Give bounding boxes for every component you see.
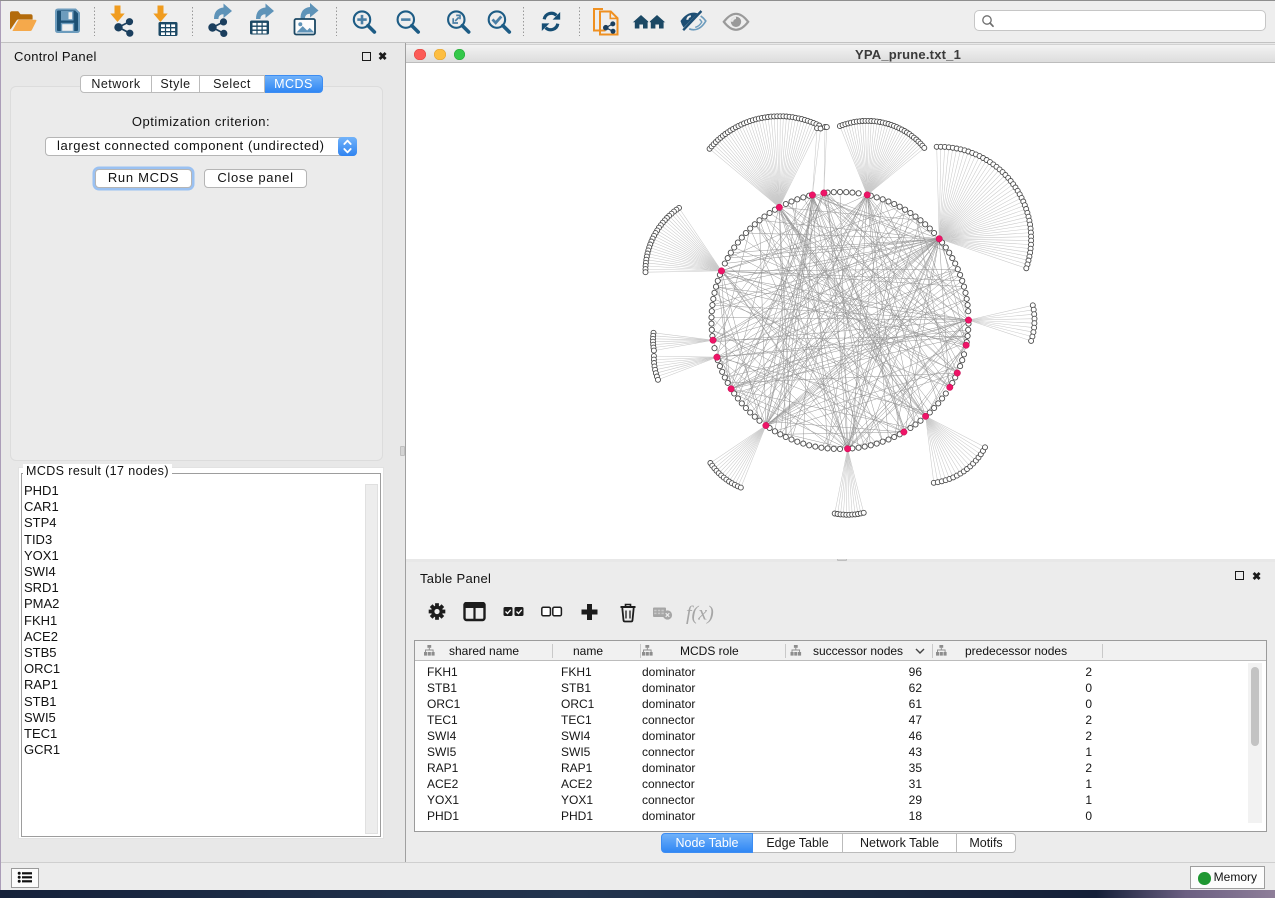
svg-text:f(x): f(x) — [686, 603, 714, 625]
